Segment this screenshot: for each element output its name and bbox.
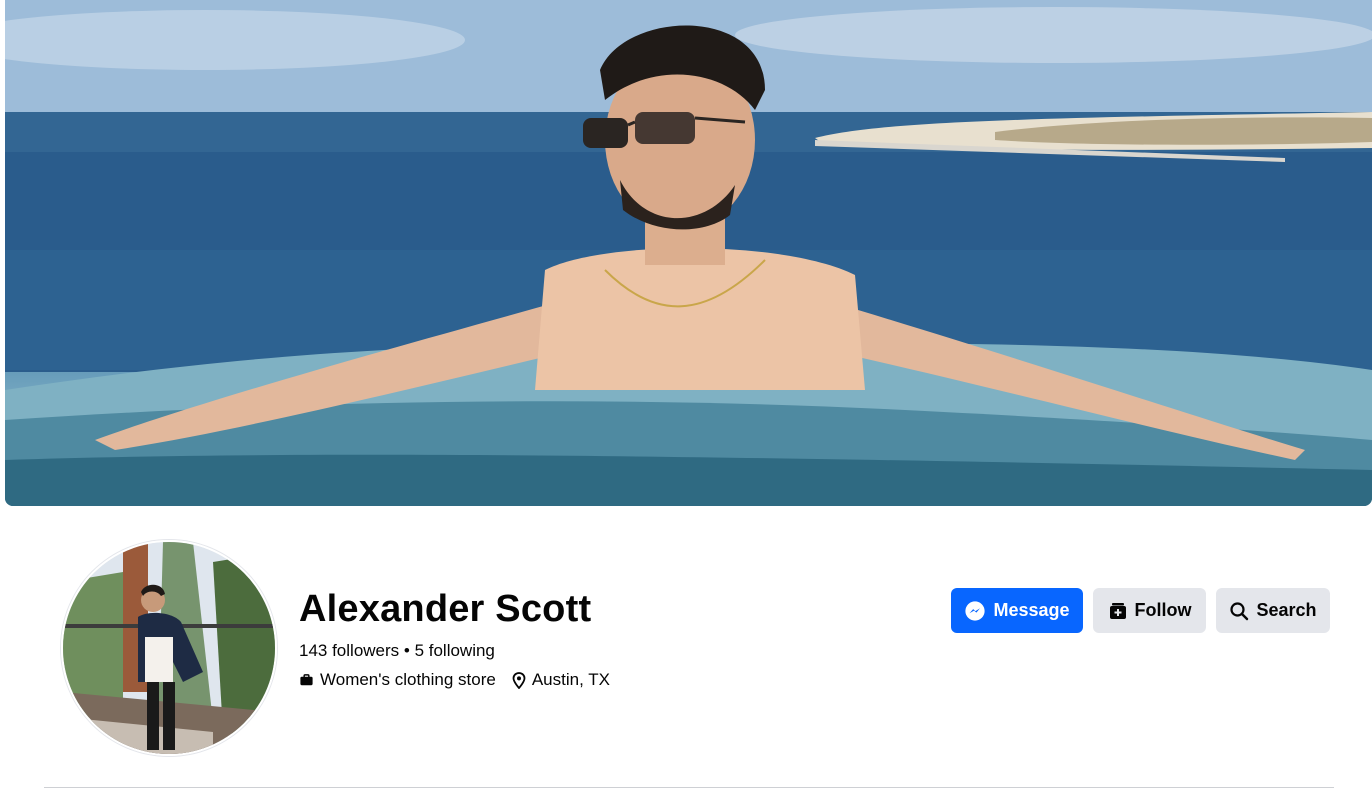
search-button-label: Search bbox=[1256, 600, 1317, 620]
location-item: Austin, TX bbox=[512, 669, 610, 691]
search-button[interactable]: Search bbox=[1216, 588, 1330, 633]
message-button[interactable]: Message bbox=[951, 588, 1083, 633]
category-text: Women's clothing store bbox=[320, 670, 496, 689]
location-text: Austin, TX bbox=[531, 670, 610, 689]
category-item: Women's clothing store bbox=[299, 669, 496, 691]
follower-stats[interactable]: 143 followers • 5 following bbox=[299, 640, 495, 662]
cover-photo[interactable] bbox=[5, 0, 1372, 506]
message-button-label: Message bbox=[993, 600, 1070, 620]
profile-meta: Women's clothing store Austin, TX bbox=[299, 669, 626, 691]
divider bbox=[44, 787, 1334, 788]
profile-picture-illustration bbox=[63, 542, 275, 754]
search-icon bbox=[1230, 601, 1249, 620]
profile-picture[interactable] bbox=[61, 540, 277, 756]
location-pin-icon bbox=[512, 671, 526, 689]
profile-name: Alexander Scott bbox=[299, 588, 592, 630]
cover-photo-illustration bbox=[5, 0, 1372, 506]
follow-button-label: Follow bbox=[1134, 600, 1192, 620]
follow-icon bbox=[1109, 602, 1126, 619]
follow-button[interactable]: Follow bbox=[1093, 588, 1206, 633]
briefcase-icon bbox=[300, 673, 313, 685]
messenger-icon bbox=[965, 600, 986, 621]
